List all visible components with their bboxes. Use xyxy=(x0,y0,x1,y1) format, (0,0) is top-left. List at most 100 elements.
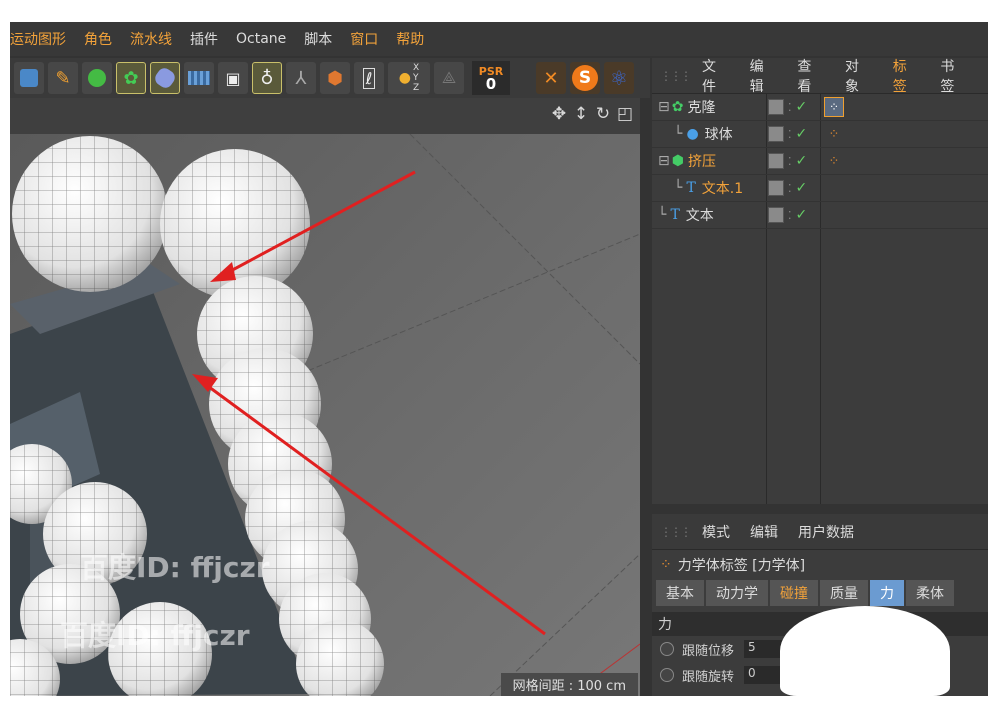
rotate-icon[interactable]: ↻ xyxy=(594,104,612,124)
extrude-icon: ⬢ xyxy=(327,67,343,89)
psr-indicator[interactable]: PSR 0 xyxy=(472,61,510,95)
cube-icon xyxy=(20,69,38,87)
updown-icon[interactable]: ↕ xyxy=(572,104,590,124)
panel-grip-icon[interactable]: ⋮⋮⋮ xyxy=(660,69,692,83)
tree-branch-icon: └ xyxy=(674,180,683,196)
light-tool-button[interactable]: ♁ xyxy=(252,62,282,94)
pen-tool-button[interactable]: ✎ xyxy=(48,62,78,94)
menu-item-pipeline[interactable]: 流水线 xyxy=(130,29,172,49)
object-row-cloner[interactable]: ⊟ ✿ 克隆 ⁚ ✓ ⁘ xyxy=(652,94,988,121)
dynamics-body-tag-icon[interactable]: ⁘ xyxy=(824,97,844,117)
tab-basic[interactable]: 基本 xyxy=(656,580,704,606)
s-plugin-button[interactable]: S xyxy=(570,62,600,94)
panel-grip-icon[interactable]: ⋮⋮⋮ xyxy=(660,525,692,539)
coord-x-label: X xyxy=(413,63,420,73)
om-menu-view[interactable]: 查看 xyxy=(797,56,825,96)
coord-tool-button[interactable]: ● X Y Z xyxy=(388,62,430,94)
grid-line xyxy=(299,233,640,375)
sphere-icon: ● xyxy=(686,126,699,142)
am-menu-edit[interactable]: 编辑 xyxy=(750,522,778,542)
object-row-sphere[interactable]: └ ● 球体 ⁚ ✓ ⁘ xyxy=(652,121,988,148)
enabled-check-icon[interactable]: ✓ xyxy=(796,99,808,115)
om-menu-bookmarks[interactable]: 书签 xyxy=(940,56,968,96)
object-name[interactable]: 球体 xyxy=(705,124,733,144)
enabled-check-icon[interactable]: ✓ xyxy=(796,126,808,142)
viewport-nav: ✥ ↕ ↻ ◰ xyxy=(550,104,634,124)
menu-item-help[interactable]: 帮助 xyxy=(396,29,424,49)
obscuring-blob xyxy=(780,606,950,696)
3d-viewport[interactable]: 百度ID: ffjczr 百度ID: ffjczr 网格间距 : 100 cm xyxy=(10,134,640,696)
tab-mass[interactable]: 质量 xyxy=(820,580,868,606)
om-menu-file[interactable]: 文件 xyxy=(702,56,730,96)
move-icon[interactable]: ✥ xyxy=(550,104,568,124)
sphere-tool-button[interactable] xyxy=(82,62,112,94)
object-name[interactable]: 文本.1 xyxy=(702,178,743,198)
collider-body-tag-icon[interactable]: ⁘ xyxy=(824,151,844,171)
am-menu-userdata[interactable]: 用户数据 xyxy=(798,522,854,542)
object-row-text1[interactable]: └ T 文本.1 ⁚ ✓ xyxy=(652,175,988,202)
object-name[interactable]: 挤压 xyxy=(688,151,716,171)
attribute-manager-menu: ⋮⋮⋮ 模式 编辑 用户数据 xyxy=(652,514,988,550)
layer-swatch[interactable] xyxy=(768,153,784,169)
deformer-tool-button[interactable] xyxy=(150,62,180,94)
tree-toggle-icon[interactable]: ⊟ xyxy=(658,99,670,115)
camera-tool-button[interactable]: ▣ xyxy=(218,62,248,94)
menu-item-character[interactable]: 角色 xyxy=(84,29,112,49)
camera-icon: ▣ xyxy=(225,68,241,88)
floor-icon xyxy=(188,71,210,85)
extrude-tool-button[interactable]: ⬢ xyxy=(320,62,350,94)
menu-item-script[interactable]: 脚本 xyxy=(304,29,332,49)
tab-force[interactable]: 力 xyxy=(870,580,904,606)
coord-icon: ● xyxy=(398,70,412,86)
tab-dynamics[interactable]: 动力学 xyxy=(706,580,768,606)
visibility-dots-icon[interactable]: ⁚ xyxy=(788,128,792,141)
object-name[interactable]: 文本 xyxy=(686,205,714,225)
render-icon: ℓ xyxy=(362,67,376,89)
cloner-icon: ✿ xyxy=(671,99,684,115)
tree-toggle-icon[interactable]: ⊟ xyxy=(658,153,670,169)
layer-swatch[interactable] xyxy=(768,99,784,115)
om-menu-edit[interactable]: 编辑 xyxy=(750,56,778,96)
am-menu-mode[interactable]: 模式 xyxy=(702,522,730,542)
animate-radio[interactable] xyxy=(660,668,674,682)
cube-tool-button[interactable] xyxy=(14,62,44,94)
om-menu-tags[interactable]: 标签 xyxy=(893,56,921,96)
toolbar-plugin-group: ✕ S ⚛ xyxy=(536,58,638,98)
layer-swatch[interactable] xyxy=(768,180,784,196)
tab-softbody[interactable]: 柔体 xyxy=(906,580,954,606)
om-menu-object[interactable]: 对象 xyxy=(845,56,873,96)
x-particles-button[interactable]: ✕ xyxy=(536,62,566,94)
tab-collision[interactable]: 碰撞 xyxy=(770,580,818,606)
attribute-tabs: 基本 动力学 碰撞 质量 力 柔体 xyxy=(652,580,988,606)
object-name[interactable]: 克隆 xyxy=(687,97,715,117)
molecule-icon: ⚛ xyxy=(610,66,628,90)
rigid-body-tag-icon[interactable]: ⁘ xyxy=(824,124,844,144)
cloner-tool-button[interactable]: ✿ xyxy=(116,62,146,94)
extrude-icon: ⬢ xyxy=(671,153,684,169)
visibility-dots-icon[interactable]: ⁚ xyxy=(788,155,792,168)
maximize-icon[interactable]: ◰ xyxy=(616,104,634,124)
visibility-dots-icon[interactable]: ⁚ xyxy=(788,209,792,222)
layer-swatch[interactable] xyxy=(768,207,784,223)
menu-item-octane[interactable]: Octane xyxy=(236,31,286,47)
enabled-check-icon[interactable]: ✓ xyxy=(796,180,808,196)
tree-branch-icon: └ xyxy=(674,126,683,142)
visibility-dots-icon[interactable]: ⁚ xyxy=(788,101,792,114)
render-tool-button[interactable]: ℓ xyxy=(354,62,384,94)
menu-item-window[interactable]: 窗口 xyxy=(350,29,378,49)
axis-icon: ⅄ xyxy=(295,67,307,89)
enabled-check-icon[interactable]: ✓ xyxy=(796,207,808,223)
menu-item-mograph[interactable]: 运动图形 xyxy=(10,29,66,49)
enabled-check-icon[interactable]: ✓ xyxy=(796,153,808,169)
lock-xyz-button[interactable]: ⟁ xyxy=(434,62,464,94)
layer-swatch[interactable] xyxy=(768,126,784,142)
object-row-extrude[interactable]: ⊟ ⬢ 挤压 ⁚ ✓ ⁘ xyxy=(652,148,988,175)
object-manager-menu: ⋮⋮⋮ 文件 编辑 查看 对象 标签 书签 xyxy=(652,56,988,96)
molecule-button[interactable]: ⚛ xyxy=(604,62,634,94)
object-row-text[interactable]: └ T 文本 ⁚ ✓ xyxy=(652,202,988,229)
animate-radio[interactable] xyxy=(660,642,674,656)
axis-tool-button[interactable]: ⅄ xyxy=(286,62,316,94)
visibility-dots-icon[interactable]: ⁚ xyxy=(788,182,792,195)
floor-tool-button[interactable] xyxy=(184,62,214,94)
menu-item-plugins[interactable]: 插件 xyxy=(190,29,218,49)
